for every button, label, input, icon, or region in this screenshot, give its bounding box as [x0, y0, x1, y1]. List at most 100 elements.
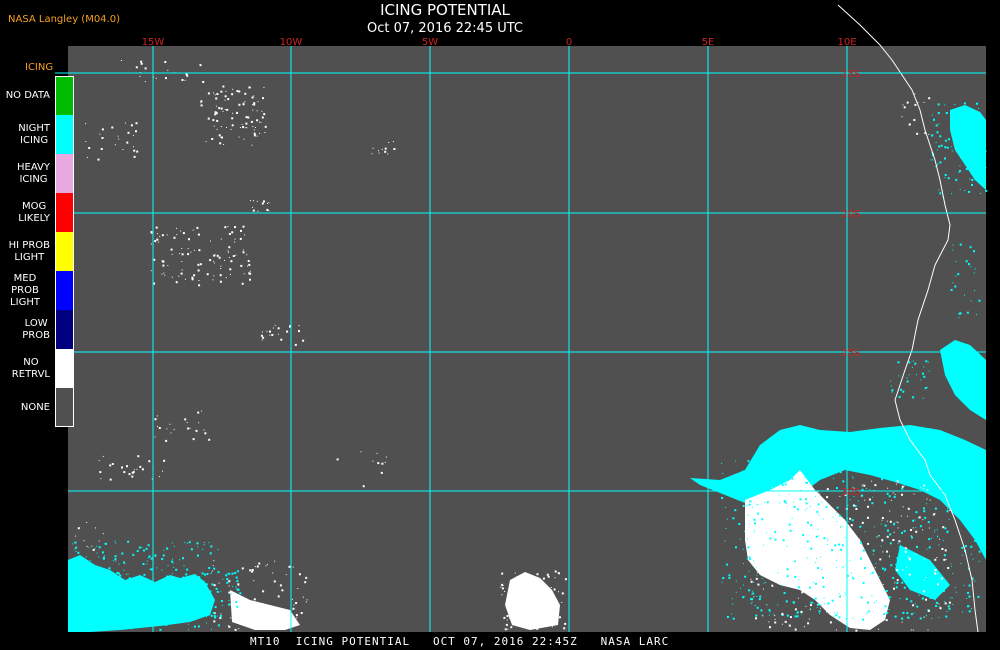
cloud-speckle — [739, 485, 740, 487]
cloud-speckle — [903, 558, 906, 561]
cloud-speckle — [266, 330, 268, 332]
cloud-speckle — [161, 234, 164, 237]
cloud-speckle — [942, 590, 945, 592]
cloud-speckle — [896, 521, 898, 523]
cloud-speckle — [960, 563, 962, 564]
cloud-speckle — [878, 576, 880, 578]
cloud-speckle — [897, 361, 900, 364]
cloud-speckle — [240, 603, 242, 604]
cloud-speckle — [855, 629, 858, 632]
cloud-speckle — [102, 455, 104, 457]
cloud-speckle — [860, 495, 862, 497]
cloud-speckle — [757, 512, 760, 515]
cloud-speckle — [870, 573, 871, 575]
cloud-speckle — [235, 587, 237, 589]
cloud-speckle — [563, 627, 566, 630]
cloud-speckle — [889, 542, 892, 545]
cloud-speckle — [845, 618, 847, 620]
cloud-speckle — [733, 478, 736, 481]
cloud-speckle — [968, 190, 971, 193]
cloud-speckle — [175, 281, 178, 284]
cloud-speckle — [162, 470, 163, 472]
cloud-speckle — [743, 563, 744, 565]
cloud-speckle — [240, 229, 242, 232]
cloud-speckle — [977, 126, 979, 128]
cloud-speckle — [754, 522, 756, 525]
cloud-speckle — [163, 459, 166, 462]
cloud-speckle — [225, 277, 227, 279]
cloud-speckle — [742, 548, 744, 550]
cloud-speckle — [252, 126, 254, 128]
cloud-speckle — [162, 260, 165, 263]
cloud-speckle — [514, 572, 516, 574]
cloud-speckle — [238, 90, 241, 93]
cloud-speckle — [249, 569, 252, 572]
cloud-speckle — [216, 254, 219, 257]
cloud-speckle — [830, 561, 833, 564]
cloud-speckle — [77, 551, 80, 554]
cloud-speckle — [938, 577, 940, 579]
cloud-speckle — [756, 595, 758, 597]
cloud-speckle — [875, 562, 877, 564]
cloud-speckle — [157, 425, 158, 427]
cloud-speckle — [813, 582, 815, 583]
cloud-speckle — [155, 226, 158, 229]
cloud-speckle — [901, 493, 903, 496]
cloud-speckle — [230, 603, 233, 606]
cloud-speckle — [831, 549, 833, 552]
cloud-speckle — [255, 127, 256, 128]
cloud-speckle — [888, 556, 890, 558]
cloud-speckle — [119, 580, 121, 582]
cloud-speckle — [161, 273, 163, 275]
cloud-speckle — [815, 535, 818, 538]
cloud-speckle — [758, 598, 761, 601]
cloud-speckle — [954, 104, 956, 105]
cloud-speckle — [946, 146, 949, 149]
cloud-speckle — [227, 251, 229, 253]
cloud-speckle — [920, 487, 922, 489]
cloud-speckle — [68, 598, 70, 600]
cloud-speckle — [876, 536, 878, 538]
cloud-speckle — [261, 110, 263, 112]
cloud-speckle — [914, 93, 916, 95]
cloud-speckle — [794, 628, 797, 631]
cloud-speckle — [218, 134, 221, 137]
cloud-speckle — [932, 513, 935, 516]
cloud-speckle — [907, 507, 910, 510]
cloud-speckle — [124, 122, 126, 124]
cloud-speckle — [923, 484, 926, 487]
cloud-speckle — [232, 593, 234, 595]
cloud-speckle — [228, 572, 231, 575]
cloud-speckle — [554, 609, 557, 612]
cloud-speckle — [557, 572, 560, 575]
cloud-speckle — [103, 583, 105, 585]
cloud-speckle — [202, 604, 205, 607]
cloud-speckle — [838, 592, 840, 594]
cloud-speckle — [138, 604, 140, 606]
cloud-speckle — [272, 327, 274, 329]
cloud-speckle — [171, 253, 173, 255]
cloud-speckle — [781, 484, 784, 486]
cloud-speckle — [910, 474, 912, 475]
cloud-speckle — [739, 538, 741, 540]
cloud-speckle — [184, 542, 186, 543]
cloud-speckle — [213, 92, 215, 94]
cloud-speckle — [196, 226, 199, 229]
cloud-speckle — [161, 601, 163, 603]
cloud-speckle — [826, 488, 829, 491]
cloud-speckle — [896, 566, 898, 569]
cloud-speckle — [538, 610, 540, 613]
cloud-speckle — [108, 567, 111, 570]
cloud-speckle — [842, 480, 845, 483]
cloud-speckle — [901, 531, 903, 534]
cloud-speckle — [956, 512, 957, 514]
cloud-speckle — [806, 557, 808, 559]
cloud-speckle — [133, 613, 135, 615]
cloud-speckle — [766, 558, 768, 559]
cloud-speckle — [925, 360, 928, 363]
cloud-speckle — [225, 90, 227, 92]
legend-item-label: NONE — [20, 401, 50, 413]
cloud-speckle — [773, 613, 775, 615]
legend-item-label: NO RETRVL — [11, 356, 50, 380]
cloud-speckle — [181, 598, 184, 601]
